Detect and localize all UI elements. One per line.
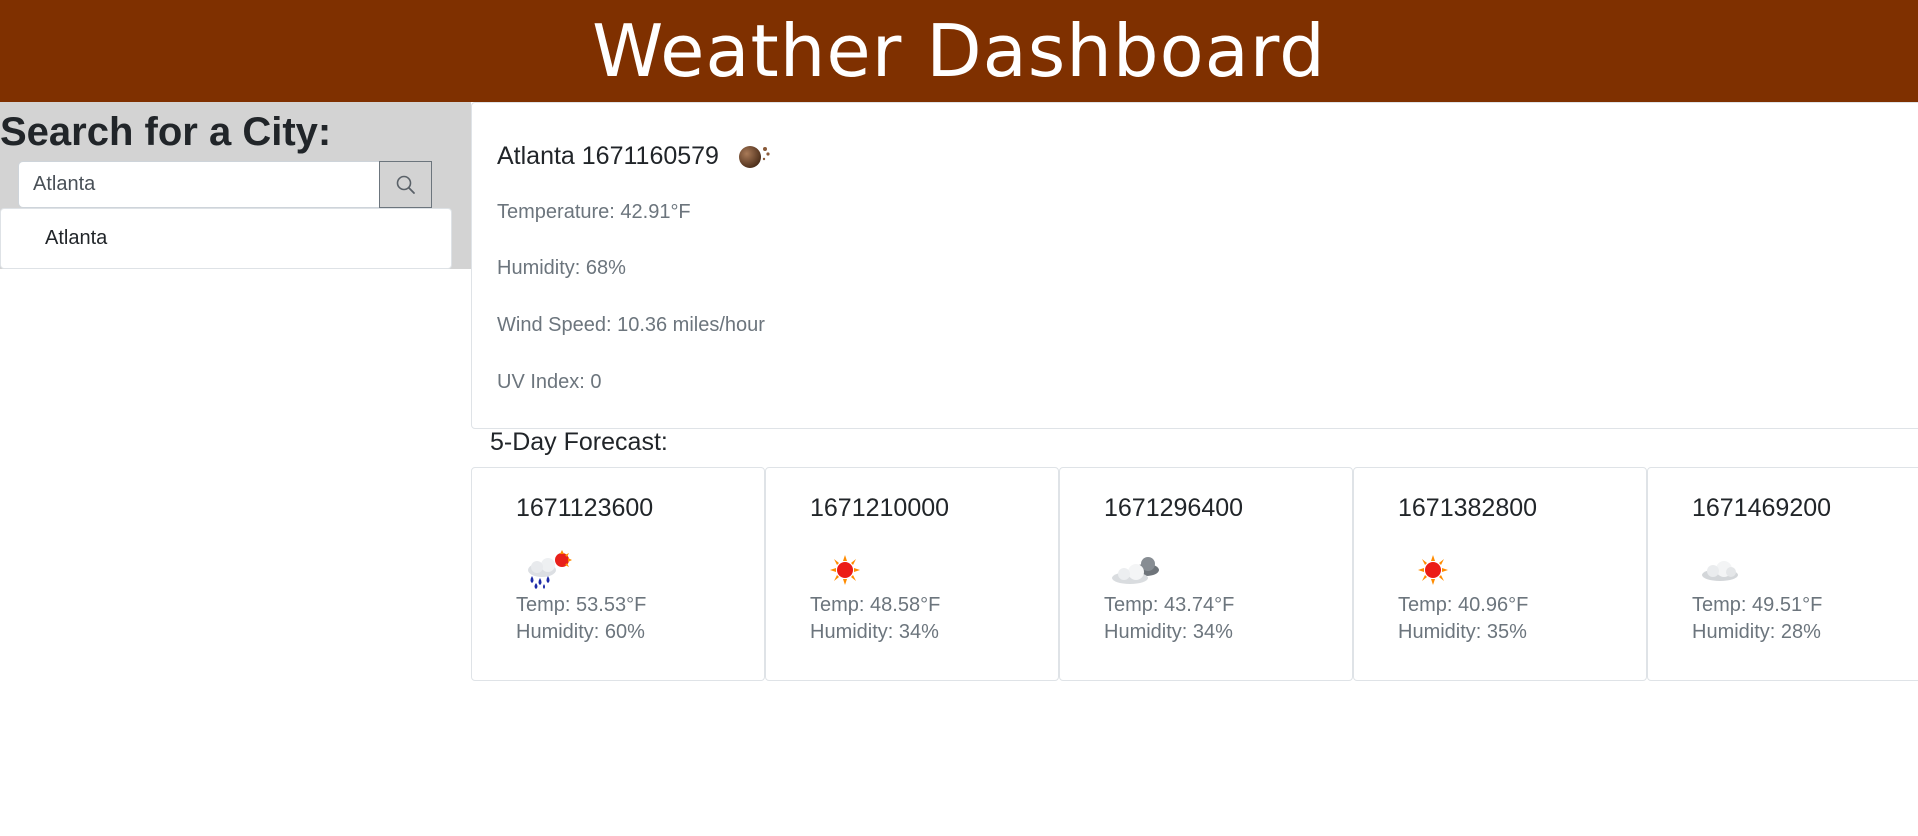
current-weather-card: Atlanta 1671160579 Temperature: 42.91°F … — [471, 102, 1918, 429]
forecast-temp: Temp: 40.96°F — [1398, 594, 1529, 616]
forecast-card: 1671210000 Temp: 48.58°F Humidity: 34% — [765, 467, 1059, 681]
broken-clouds-icon — [1112, 557, 1159, 584]
forecast-temp: Temp: 48.58°F — [810, 594, 941, 616]
rain-sun-icon — [528, 550, 572, 589]
night-moon-icon — [738, 146, 770, 168]
forecast-card: 1671382800 Temp: 40.96°F Humidity: 35% — [1353, 467, 1647, 681]
forecast-temp: Temp: 43.74°F — [1104, 594, 1235, 616]
forecast-date: 1671123600 — [516, 494, 654, 522]
forecast-humidity: Humidity: 34% — [810, 621, 939, 643]
forecast-humidity: Humidity: 35% — [1398, 621, 1527, 643]
forecast-date: 1671469200 — [1692, 494, 1832, 522]
current-uv-index: UV Index: 0 — [497, 371, 602, 393]
search-form — [18, 161, 432, 208]
search-heading: Search for a City: — [0, 110, 332, 154]
forecast-humidity: Humidity: 60% — [516, 621, 645, 643]
current-wind-speed: Wind Speed: 10.36 miles/hour — [497, 314, 765, 336]
current-temperature: Temperature: 42.91°F — [497, 201, 691, 223]
search-sidebar: Search for a City: Atlanta — [0, 102, 471, 269]
forecast-date: 1671296400 — [1104, 494, 1244, 522]
forecast-card: 1671123600 Temp: 53.53°F Humidity: 60% — [471, 467, 765, 681]
city-search-input[interactable] — [18, 161, 379, 208]
forecast-card: 1671296400 Temp: 43.74°F Humidity: 34% — [1059, 467, 1353, 681]
cloud-icon — [1702, 561, 1738, 581]
current-humidity: Humidity: 68% — [497, 257, 626, 279]
app-header: Weather Dashboard — [0, 0, 1918, 102]
current-weather-title: Atlanta 1671160579 — [497, 141, 773, 171]
search-icon — [396, 175, 415, 194]
sun-icon — [830, 555, 860, 585]
app-title: Weather Dashboard — [592, 9, 1326, 93]
forecast-date: 1671382800 — [1398, 494, 1538, 522]
forecast-card: 1671469200 Temp: 49.51°F Humidity: 28% — [1647, 467, 1918, 681]
forecast-humidity: Humidity: 28% — [1692, 621, 1821, 643]
sun-icon — [1418, 555, 1448, 585]
forecast-date: 1671210000 — [810, 494, 950, 522]
forecast-temp: Temp: 53.53°F — [516, 594, 647, 616]
forecast-humidity: Humidity: 34% — [1104, 621, 1233, 643]
current-city-title: Atlanta 1671160579 — [497, 141, 719, 170]
forecast-list: 1671123600 Temp: 53.53°F Humidity: 60% 1… — [471, 467, 1918, 681]
history-item-label: Atlanta — [45, 227, 108, 249]
forecast-heading: 5-Day Forecast: — [490, 428, 668, 456]
search-history-list: Atlanta — [0, 208, 452, 269]
search-button[interactable] — [379, 161, 432, 208]
forecast-temp: Temp: 49.51°F — [1692, 594, 1823, 616]
history-item[interactable]: Atlanta — [0, 208, 452, 269]
